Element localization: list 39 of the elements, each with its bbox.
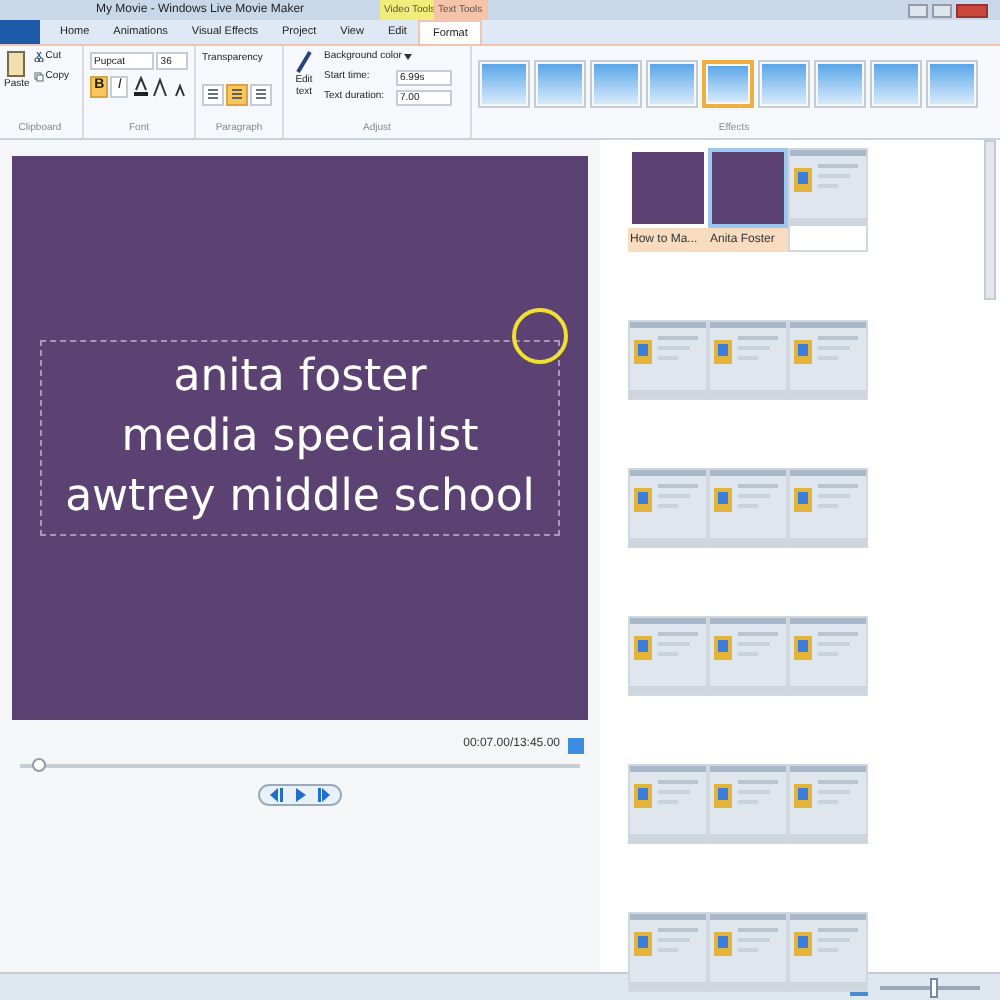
scrollbar[interactable] <box>984 140 996 300</box>
video-thumbnail[interactable] <box>790 150 866 226</box>
effect-thumbnail[interactable] <box>534 60 586 108</box>
cursor-highlight-icon <box>510 306 570 366</box>
effect-thumbnail[interactable] <box>702 60 754 108</box>
seek-thumb[interactable] <box>31 758 46 772</box>
effect-thumbnail[interactable] <box>590 60 642 108</box>
align-icon <box>254 88 268 100</box>
align-button[interactable] <box>250 83 272 105</box>
effect-thumbnail[interactable] <box>870 60 922 108</box>
grow-font-icon <box>150 76 169 98</box>
caret-icon <box>403 54 412 61</box>
minimize-icon[interactable] <box>908 3 928 17</box>
video-clip[interactable] <box>788 148 868 252</box>
title-text-line: awtrey middle school <box>65 470 535 526</box>
align-button[interactable] <box>202 83 224 105</box>
close-icon[interactable] <box>956 3 988 17</box>
align-icon <box>230 88 244 100</box>
effect-thumbnail[interactable] <box>758 60 810 108</box>
play-icon <box>292 788 308 802</box>
font-color-icon <box>130 76 149 98</box>
align-icon <box>206 88 220 100</box>
effect-thumbnail[interactable] <box>646 60 698 108</box>
zoom-thumb[interactable] <box>930 977 938 997</box>
effect-thumbnail[interactable] <box>926 60 978 108</box>
maximize-icon[interactable] <box>932 3 952 17</box>
effect-thumbnail[interactable] <box>478 60 530 108</box>
next-frame-icon <box>316 788 332 802</box>
pen-icon <box>294 50 314 74</box>
copy-icon <box>33 71 44 82</box>
align-button[interactable] <box>226 83 248 105</box>
clipboard-icon <box>6 50 27 78</box>
effect-thumbnail[interactable] <box>814 60 866 108</box>
title-text-line: anita foster <box>173 350 427 406</box>
title-clip[interactable] <box>708 148 788 228</box>
scissors-icon <box>33 52 44 63</box>
split-view-button[interactable] <box>568 737 584 753</box>
previous-frame-icon <box>268 788 284 802</box>
title-text-line: media specialist <box>121 410 479 466</box>
